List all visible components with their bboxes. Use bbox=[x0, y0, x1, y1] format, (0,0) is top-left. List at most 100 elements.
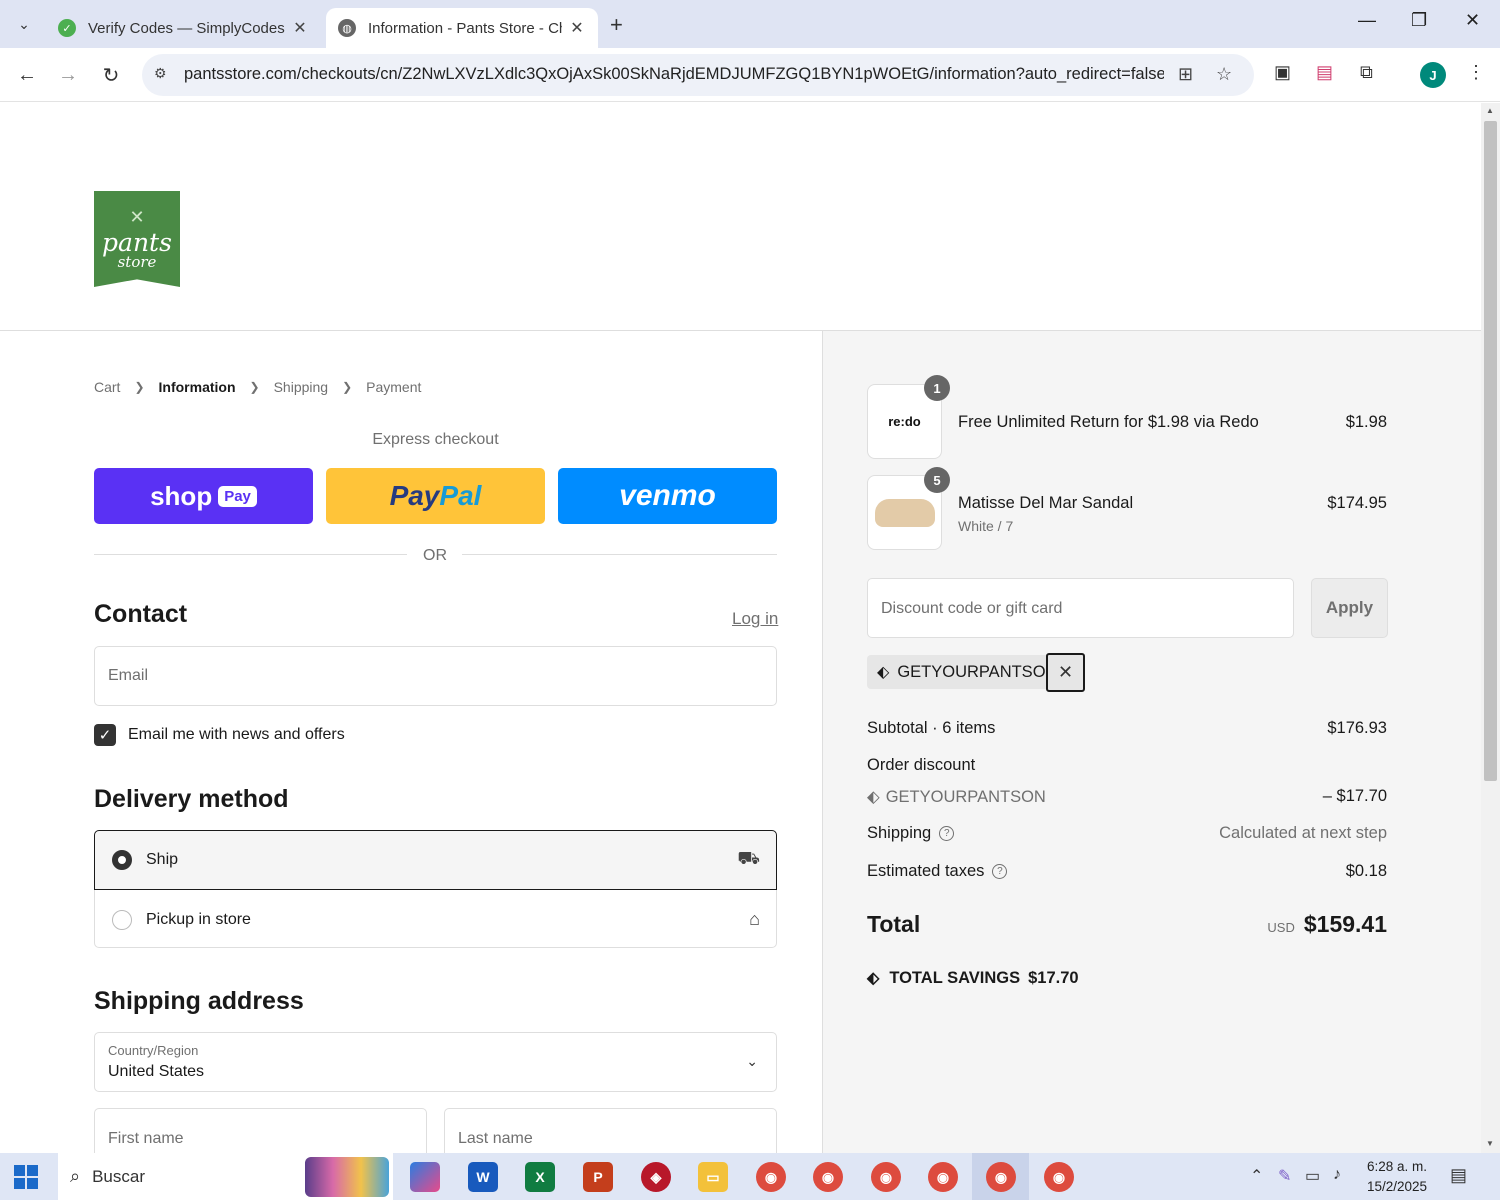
logo-text: store bbox=[117, 253, 157, 271]
taskbar-search[interactable]: ⌕ Buscar bbox=[58, 1153, 393, 1200]
translate-icon[interactable]: ⊞ bbox=[1178, 64, 1193, 85]
news-offers-checkbox[interactable]: ✓ bbox=[94, 724, 116, 746]
scroll-down-icon[interactable]: ▼ bbox=[1486, 1139, 1494, 1148]
extensions-puzzle-icon[interactable]: ⧉ bbox=[1360, 62, 1373, 83]
radio-selected[interactable] bbox=[112, 850, 132, 870]
extension-icon[interactable]: ▤ bbox=[1316, 62, 1333, 83]
logo-mark-icon: ✕ bbox=[129, 207, 145, 227]
scroll-up-icon[interactable]: ▲ bbox=[1486, 106, 1494, 115]
shipping-value: Calculated at next step bbox=[1219, 824, 1387, 842]
close-window-icon[interactable]: ✕ bbox=[1465, 10, 1480, 31]
browser-menu-icon[interactable]: ⋮ bbox=[1467, 62, 1485, 83]
tag-icon: ⬖ bbox=[867, 788, 880, 806]
shop-pay-button[interactable]: shop Pay bbox=[94, 468, 313, 524]
chrome-icon[interactable]: ◉ bbox=[986, 1162, 1016, 1192]
windows-start-icon[interactable] bbox=[14, 1165, 38, 1189]
delivery-option-ship[interactable]: Ship ⛟ bbox=[94, 830, 777, 890]
app-icon[interactable]: ◈ bbox=[641, 1162, 671, 1192]
chrome-icon[interactable]: ◉ bbox=[813, 1162, 843, 1192]
notifications-icon[interactable]: ▤ bbox=[1450, 1165, 1467, 1186]
scrollbar-thumb[interactable] bbox=[1484, 121, 1497, 781]
clock-time: 6:28 a. m. bbox=[1366, 1159, 1428, 1174]
last-name-field[interactable]: Last name bbox=[444, 1108, 777, 1153]
remove-discount-icon[interactable]: ✕ bbox=[1046, 653, 1085, 692]
total-label: Total bbox=[867, 911, 921, 937]
word-icon[interactable]: W bbox=[468, 1162, 498, 1192]
restore-icon[interactable]: ❐ bbox=[1411, 10, 1427, 31]
radio-unselected[interactable] bbox=[112, 909, 132, 930]
applied-discount-tag: ⬖ GETYOURPANTSON bbox=[867, 655, 1068, 689]
chrome-icon[interactable]: ◉ bbox=[756, 1162, 786, 1192]
taxes-label: Estimated taxes bbox=[867, 862, 985, 880]
site-info-icon[interactable]: ⚙ bbox=[154, 65, 167, 82]
chevron-up-icon[interactable]: ⌃ bbox=[1250, 1166, 1263, 1186]
breadcrumb-cart[interactable]: Cart bbox=[94, 379, 120, 395]
system-clock[interactable]: 6:28 a. m. 15/2/2025 bbox=[1362, 1157, 1432, 1197]
address-bar[interactable]: ⚙ pantsstore.com/checkouts/cn/Z2NwLXVzLX… bbox=[142, 54, 1254, 96]
order-discount-value: – $17.70 bbox=[1322, 787, 1387, 805]
applied-discount-code: GETYOURPANTSON bbox=[897, 662, 1058, 681]
apply-button[interactable]: Apply bbox=[1311, 578, 1388, 638]
minimize-icon[interactable]: — bbox=[1358, 10, 1376, 31]
email-field[interactable]: Email bbox=[94, 646, 777, 706]
chrome-icon[interactable]: ◉ bbox=[928, 1162, 958, 1192]
shipping-row: Shipping ? bbox=[867, 824, 955, 843]
excel-icon[interactable]: X bbox=[525, 1162, 555, 1192]
forward-icon[interactable]: → bbox=[53, 60, 83, 90]
volume-icon[interactable]: ♪ bbox=[1333, 1166, 1341, 1184]
close-tab-icon[interactable]: ✕ bbox=[568, 18, 586, 38]
close-tab-icon[interactable]: ✕ bbox=[291, 18, 309, 38]
network-icon[interactable]: ▭ bbox=[1305, 1166, 1320, 1186]
globe-favicon-icon: ◍ bbox=[338, 19, 356, 37]
simplycodes-favicon-icon: ✓ bbox=[58, 19, 76, 37]
total-currency: USD bbox=[1267, 920, 1295, 935]
help-icon[interactable]: ? bbox=[939, 826, 955, 841]
tab-simplycodes[interactable]: ✓ Verify Codes — SimplyCodes ✕ bbox=[46, 8, 321, 48]
delivery-heading: Delivery method bbox=[94, 785, 289, 813]
contact-heading: Contact bbox=[94, 600, 188, 628]
chrome-icon[interactable]: ◉ bbox=[871, 1162, 901, 1192]
truck-icon: ⛟ bbox=[737, 848, 760, 868]
taxes-row: Estimated taxes ? bbox=[867, 862, 1008, 881]
powerpoint-icon[interactable]: P bbox=[583, 1162, 613, 1192]
reload-icon[interactable]: ↻ bbox=[96, 60, 126, 90]
or-separator: OR bbox=[423, 547, 447, 564]
profile-avatar[interactable]: J bbox=[1420, 62, 1446, 88]
store-logo[interactable]: ✕ pants store bbox=[94, 191, 180, 287]
delivery-option-pickup[interactable]: Pickup in store ⌂ bbox=[95, 890, 776, 949]
taskbar-search-text: Buscar bbox=[92, 1166, 146, 1186]
new-tab-icon[interactable]: + bbox=[610, 12, 623, 38]
back-icon[interactable]: ← bbox=[12, 60, 42, 90]
file-explorer-icon[interactable]: ▭ bbox=[698, 1162, 728, 1192]
delivery-option-label: Ship bbox=[146, 851, 179, 868]
breadcrumb-shipping: Shipping bbox=[273, 379, 329, 395]
divider bbox=[462, 554, 777, 555]
browser-toolbar: ← → ↻ ⚙ pantsstore.com/checkouts/cn/Z2Nw… bbox=[0, 48, 1500, 102]
venmo-button[interactable]: venmo bbox=[558, 468, 777, 524]
email-placeholder: Email bbox=[108, 667, 149, 684]
first-name-placeholder: First name bbox=[108, 1130, 184, 1147]
product-variant: White / 7 bbox=[958, 518, 1014, 534]
order-discount-label: Order discount bbox=[867, 756, 976, 774]
extension-icon[interactable]: ▣ bbox=[1274, 62, 1291, 83]
tab-title: Verify Codes — SimplyCodes bbox=[88, 19, 285, 37]
country-select[interactable]: Country/Region United States ⌄ bbox=[94, 1032, 777, 1092]
page-scrollbar[interactable]: ▲ ▼ bbox=[1481, 103, 1500, 1153]
first-name-field[interactable]: First name bbox=[94, 1108, 427, 1153]
login-link[interactable]: Log in bbox=[732, 609, 778, 629]
chevron-right-icon: ❯ bbox=[342, 380, 353, 394]
breadcrumb-payment: Payment bbox=[366, 379, 422, 395]
chevron-right-icon: ❯ bbox=[249, 380, 260, 394]
bookmark-star-icon[interactable]: ☆ bbox=[1216, 64, 1232, 85]
chrome-icon[interactable]: ◉ bbox=[1044, 1162, 1074, 1192]
tab-search-icon[interactable]: ⌄ bbox=[10, 10, 38, 38]
paypal-button[interactable]: Pay Pal bbox=[326, 468, 545, 524]
help-icon[interactable]: ? bbox=[992, 864, 1008, 879]
copilot-icon[interactable] bbox=[410, 1162, 440, 1192]
tab-pants-store[interactable]: ◍ Information - Pants Store - Che ✕ bbox=[326, 8, 598, 48]
last-name-placeholder: Last name bbox=[458, 1130, 533, 1147]
discount-code-input[interactable]: Discount code or gift card bbox=[867, 578, 1294, 638]
pen-icon[interactable]: ✎ bbox=[1278, 1166, 1291, 1186]
url-text[interactable]: pantsstore.com/checkouts/cn/Z2NwLXVzLXdl… bbox=[184, 65, 1164, 84]
country-value: United States bbox=[108, 1063, 205, 1080]
